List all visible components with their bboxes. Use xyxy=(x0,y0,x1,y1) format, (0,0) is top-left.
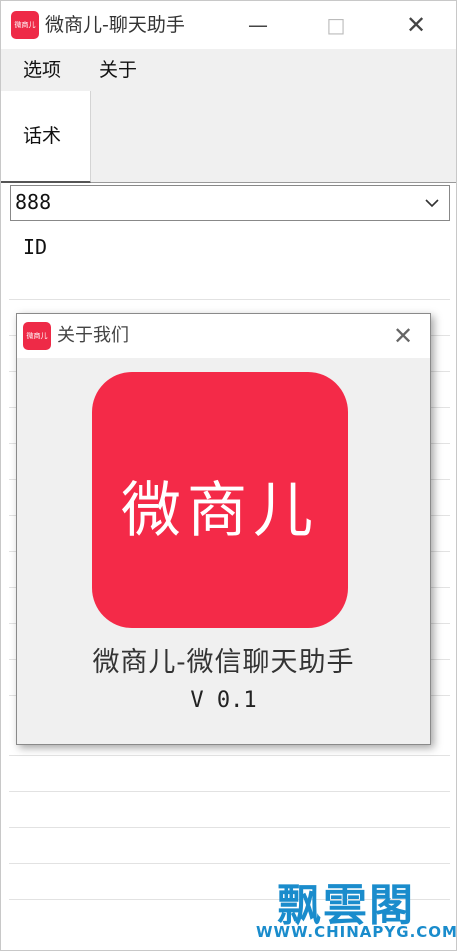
watermark-url: WWW.CHINAPYG.COM xyxy=(256,923,457,941)
menu-bar: 选项 关于 xyxy=(1,49,456,91)
title-bar[interactable]: 微商儿 微商儿-聊天助手 — □ ✕ xyxy=(1,1,456,49)
menu-options[interactable]: 选项 xyxy=(23,49,61,91)
list-divider xyxy=(9,791,450,792)
close-button[interactable]: ✕ xyxy=(391,1,441,49)
list-divider xyxy=(9,863,450,864)
list-divider xyxy=(9,299,450,300)
maximize-button[interactable]: □ xyxy=(311,1,361,49)
tab-label: 话术 xyxy=(23,125,62,147)
main-window: 微商儿 微商儿-聊天助手 — □ ✕ 选项 关于 话术 888 ID 微商儿 关… xyxy=(0,0,457,951)
window-title: 微商儿-聊天助手 xyxy=(45,14,185,36)
logo-text: 微商儿 xyxy=(121,476,319,546)
minimize-button[interactable]: — xyxy=(233,1,283,49)
dialog-close-button[interactable]: ✕ xyxy=(383,316,423,356)
tab-scripts[interactable]: 话术 xyxy=(1,91,91,183)
dialog-app-icon: 微商儿 xyxy=(23,322,51,350)
app-icon: 微商儿 xyxy=(11,11,39,39)
select-value: 888 xyxy=(15,190,52,214)
app-full-name: 微商儿-微信聊天助手 xyxy=(92,647,355,678)
tab-strip: 话术 xyxy=(1,91,456,183)
script-select[interactable]: 888 xyxy=(10,185,450,221)
app-version: V 0.1 xyxy=(190,688,257,713)
menu-about[interactable]: 关于 xyxy=(99,49,137,91)
dialog-title-bar[interactable]: 微商儿 关于我们 ✕ xyxy=(17,314,430,358)
id-column-label: ID xyxy=(23,235,48,259)
app-logo: 微商儿 xyxy=(92,372,348,628)
chevron-down-icon xyxy=(425,199,439,208)
list-divider xyxy=(9,827,450,828)
dialog-title: 关于我们 xyxy=(57,325,129,346)
list-divider xyxy=(9,755,450,756)
about-dialog: 微商儿 关于我们 ✕ 微商儿 微商儿-微信聊天助手 V 0.1 xyxy=(16,313,431,745)
